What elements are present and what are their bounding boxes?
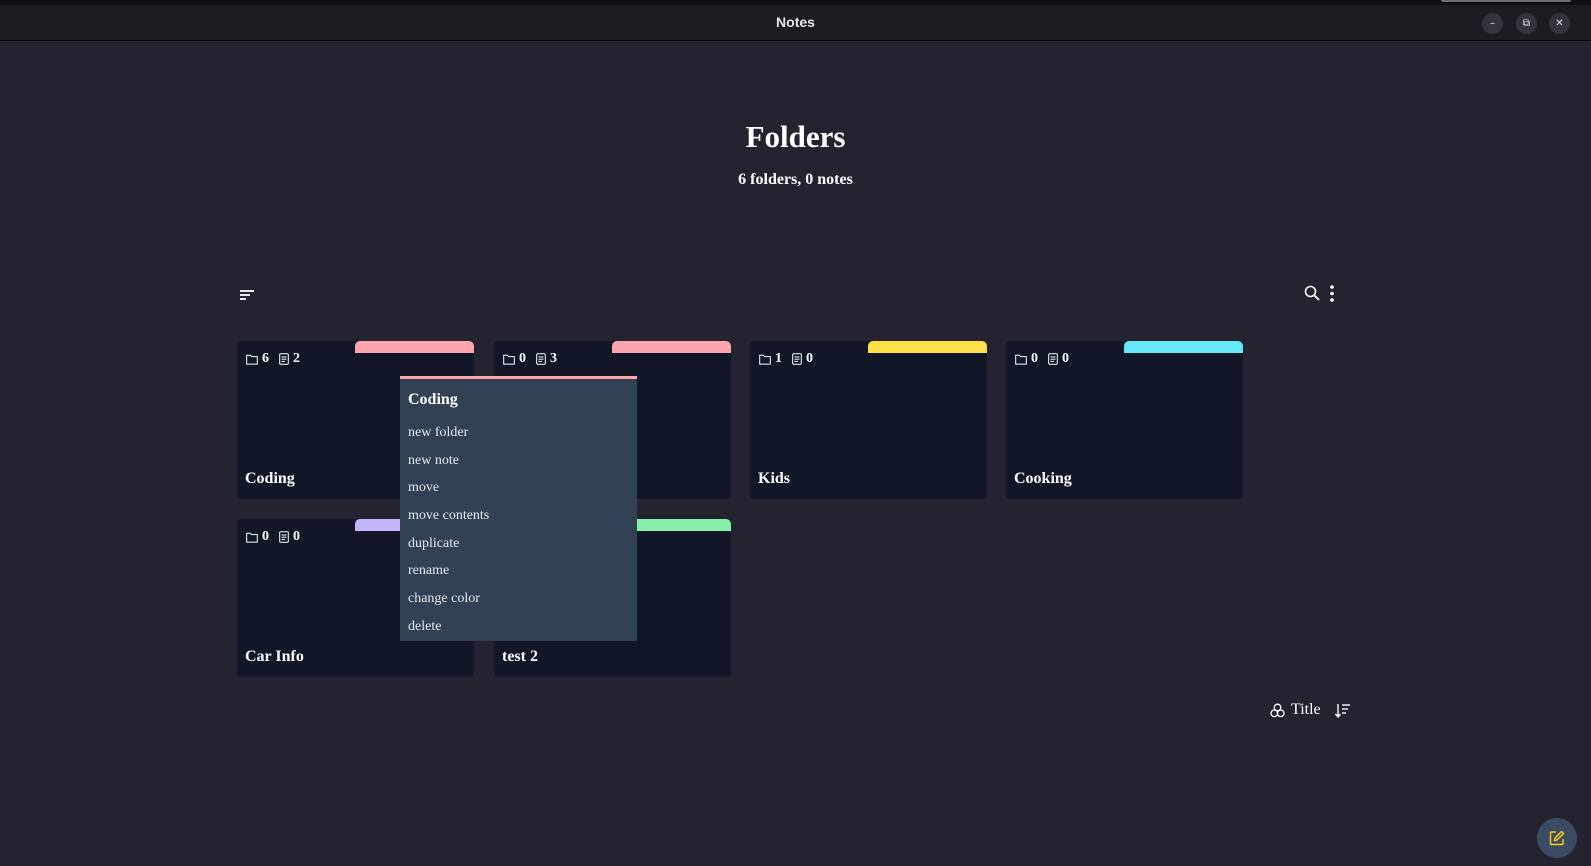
folder-card-kids[interactable]: 1 0 Kids	[750, 341, 987, 499]
note-count: 0	[293, 529, 300, 544]
folder-name: Coding	[245, 470, 295, 487]
search-button[interactable]	[1303, 284, 1321, 302]
menu-item-delete[interactable]: delete	[408, 618, 489, 646]
folder-icon	[1015, 354, 1027, 365]
folder-color-tab	[1124, 341, 1243, 353]
new-note-fab[interactable]	[1537, 818, 1577, 858]
folder-card-cooking[interactable]: 0 0 Cooking	[1006, 341, 1243, 499]
menu-item-move[interactable]: move	[408, 479, 489, 507]
page-summary: 6 folders, 0 notes	[738, 171, 853, 188]
subfolder-count: 6	[262, 351, 269, 366]
menu-item-duplicate[interactable]: duplicate	[408, 535, 489, 563]
maximize-button[interactable]: ⧉	[1516, 13, 1537, 34]
page-title: Folders	[745, 119, 846, 154]
search-icon	[1304, 285, 1320, 301]
note-count: 0	[806, 351, 813, 366]
minimize-button[interactable]: –	[1482, 13, 1503, 34]
folder-name: Car Info	[245, 648, 304, 665]
note-icon	[536, 353, 546, 365]
edit-note-icon	[1549, 830, 1565, 846]
title-bar: Notes – ⧉ ✕	[0, 5, 1591, 41]
menu-item-rename[interactable]: rename	[408, 562, 489, 590]
folder-counts: 03	[503, 351, 567, 367]
sort-label[interactable]: Title	[1291, 701, 1321, 719]
subfolder-count: 0	[262, 529, 269, 544]
folder-icon	[246, 354, 258, 365]
more-button[interactable]	[1326, 284, 1338, 302]
note-icon	[279, 531, 289, 543]
folder-color-tab	[355, 341, 474, 353]
folder-name: Cooking	[1014, 470, 1072, 487]
sort-descending-icon[interactable]	[1334, 703, 1351, 718]
filter-lines-icon	[240, 290, 254, 300]
more-vertical-icon	[1330, 284, 1334, 302]
folder-icon	[503, 354, 515, 365]
note-count: 2	[293, 351, 300, 366]
folder-icon	[759, 354, 771, 365]
context-menu: Coding new folder new note move move con…	[400, 376, 637, 641]
subfolder-count: 0	[1031, 351, 1038, 366]
window-title: Notes	[776, 14, 815, 30]
folder-counts: 62	[246, 351, 310, 367]
folder-color-tab	[868, 341, 987, 353]
subfolder-count: 1	[775, 351, 782, 366]
note-icon	[1048, 353, 1058, 365]
menu-item-move-contents[interactable]: move contents	[408, 507, 489, 535]
menu-item-new-folder[interactable]: new folder	[408, 424, 489, 452]
folder-color-tab	[612, 341, 731, 353]
folder-name: Kids	[758, 470, 791, 487]
filter-button[interactable]	[238, 286, 256, 304]
circles-icon[interactable]	[1270, 703, 1285, 718]
note-icon	[792, 353, 802, 365]
folder-name: test 2	[502, 648, 538, 665]
note-count: 0	[1062, 351, 1069, 366]
note-count: 3	[550, 351, 557, 366]
context-menu-list: new folder new note move move contents d…	[408, 424, 489, 646]
note-icon	[279, 353, 289, 365]
context-menu-title: Coding	[408, 391, 458, 408]
subfolder-count: 0	[519, 351, 526, 366]
folder-counts: 00	[1015, 351, 1079, 367]
close-button[interactable]: ✕	[1549, 13, 1570, 34]
menu-item-new-note[interactable]: new note	[408, 452, 489, 480]
folder-icon	[246, 532, 258, 543]
menu-item-change-color[interactable]: change color	[408, 590, 489, 618]
folder-counts: 10	[759, 351, 823, 367]
folder-counts: 00	[246, 529, 310, 545]
sort-bar: Title	[1270, 701, 1351, 719]
